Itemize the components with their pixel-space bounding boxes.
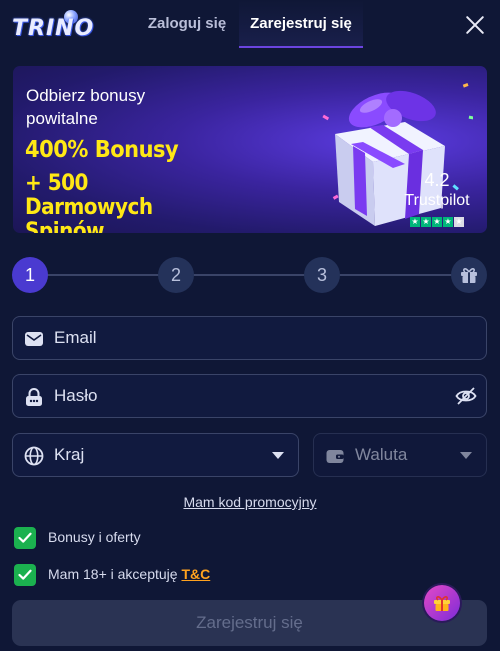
banner-spins-text: + 500 Darmowych Spinów [25,168,153,233]
gift-icon [461,268,477,283]
step-2: 2 [158,257,194,293]
promo-code-link[interactable]: Mam kod promocyjny [0,494,500,510]
welcome-bonus-banner: Odbierz bonusy powitalne 400% Bonusy + 5… [13,66,487,233]
tab-register[interactable]: Zarejestruj się [239,0,363,48]
checkmark-icon [18,532,32,543]
star-icon: ★ [443,217,453,227]
trustpilot-rating: 4.2 Trustpilot ★ ★ ★ ★ ★ [393,169,481,229]
currency-select-label: Waluta [355,445,408,464]
checkmark-icon [18,569,32,580]
tab-login[interactable]: Zaloguj się [135,0,239,48]
globe-icon [24,446,44,466]
password-field-container [12,374,487,418]
email-field-container [12,316,487,360]
star-icon: ★ [421,217,431,227]
terms-link[interactable]: T&C [181,566,210,582]
banner-bonus-text: 400% Bonusy [25,136,179,163]
logo-text: TRINO [12,16,95,41]
wallet-icon [326,450,344,463]
gift-icon [434,596,450,611]
gift-floating-button[interactable] [424,585,460,621]
age-terms-text: Mam 18+ i akceptuję [48,566,182,582]
email-input[interactable] [54,317,434,359]
step-3: 3 [304,257,340,293]
age-terms-label: Mam 18+ i akceptuję T&C [48,566,210,582]
currency-select[interactable]: Waluta [313,433,487,477]
chevron-down-icon [460,452,472,459]
trustpilot-stars: ★ ★ ★ ★ ★ [410,217,464,227]
bonus-offers-label: Bonusy i oferty [48,529,141,545]
header: TRINO Zaloguj się Zarejestruj się [0,0,500,52]
registration-stepper: 1 2 3 [12,257,488,293]
country-select-label: Kraj [54,445,85,464]
star-icon: ★ [410,217,420,227]
register-button[interactable]: Zarejestruj się [12,600,487,646]
lock-icon [26,388,42,406]
step-gift [451,257,487,293]
trino-logo[interactable]: TRINO [12,10,95,44]
country-select[interactable]: Kraj [12,433,299,477]
chevron-down-icon [272,452,284,459]
step-1: 1 [12,257,48,293]
password-input[interactable] [54,375,434,417]
age-terms-checkbox[interactable] [14,564,36,586]
bonus-offers-checkbox[interactable] [14,527,36,549]
banner-subtitle: Odbierz bonusy powitalne [26,86,146,128]
star-empty-icon: ★ [454,217,464,227]
stepper-line [42,274,462,276]
envelope-icon [25,332,43,346]
trustpilot-name: Trustpilot [404,192,470,209]
star-icon: ★ [432,217,442,227]
trustpilot-score: 4.2 [424,170,450,190]
eye-slash-icon[interactable] [455,386,477,406]
close-icon[interactable] [462,12,488,38]
